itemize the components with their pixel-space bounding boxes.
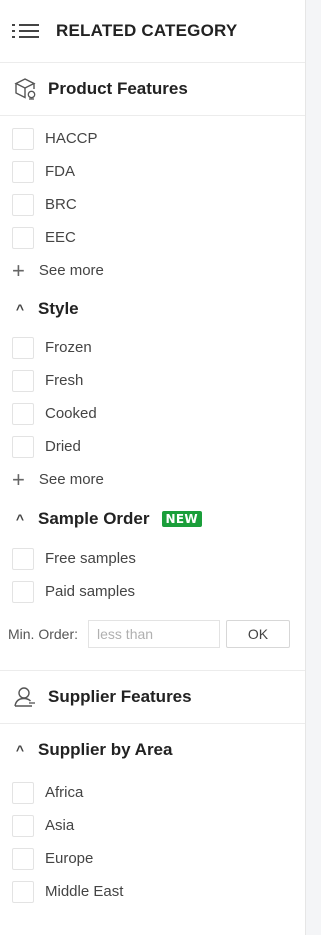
checkbox[interactable]	[12, 336, 34, 359]
checkbox[interactable]	[12, 369, 34, 392]
checkbox[interactable]	[12, 160, 34, 183]
sample-order-title: Sample Order	[38, 509, 150, 528]
checkbox[interactable]	[12, 435, 34, 458]
list-icon	[12, 22, 40, 40]
style-title: Style	[38, 299, 79, 318]
item-label: Cooked	[45, 405, 97, 422]
list-item[interactable]: Middle East	[0, 875, 305, 908]
supplier-features-header[interactable]: Supplier Features	[0, 671, 305, 723]
item-label: EEC	[45, 229, 76, 246]
sample-order-section: ^ Sample Order NEW Free samples Paid sam…	[0, 496, 305, 660]
checkbox[interactable]	[12, 814, 34, 837]
related-category-panel: RELATED CATEGORY Product Features HACCP …	[0, 0, 306, 935]
box-icon	[14, 78, 36, 100]
item-label: HACCP	[45, 130, 98, 147]
panel-title: RELATED CATEGORY	[56, 21, 238, 40]
supplier-features-section: Supplier Features	[0, 670, 305, 723]
see-more-label: See more	[38, 262, 104, 279]
style-section: ^ Style Frozen Fresh Cooked Dried + See …	[0, 287, 305, 496]
checkbox[interactable]	[12, 847, 34, 870]
min-order-label: Min. Order:	[8, 626, 79, 642]
min-order-row: Min. Order: OK	[0, 608, 305, 660]
list-item[interactable]: Europe	[0, 842, 305, 875]
item-label: Fresh	[45, 372, 84, 389]
see-more-label: See more	[38, 471, 104, 488]
item-label: FDA	[45, 163, 75, 180]
item-label: Middle East	[45, 883, 124, 900]
checkbox[interactable]	[12, 880, 34, 903]
checkbox[interactable]	[12, 193, 34, 216]
supplier-area-section: ^ Supplier by Area Africa Asia Europe Mi…	[0, 723, 305, 908]
product-features-title: Product Features	[48, 79, 188, 98]
list-item[interactable]: Fresh	[0, 364, 305, 397]
min-order-input[interactable]	[88, 620, 221, 648]
supplier-features-title: Supplier Features	[48, 687, 192, 706]
item-label: Africa	[45, 784, 84, 801]
list-item[interactable]: EEC	[0, 221, 305, 254]
caret-up-icon: ^	[15, 301, 25, 317]
ok-button[interactable]: OK	[226, 620, 291, 648]
item-label: Frozen	[45, 339, 92, 356]
related-category-header: RELATED CATEGORY	[0, 0, 305, 62]
checkbox[interactable]	[12, 402, 34, 425]
checkbox[interactable]	[12, 781, 34, 804]
list-item[interactable]: Africa	[0, 776, 305, 809]
supplier-area-title: Supplier by Area	[38, 740, 173, 759]
checkbox[interactable]	[12, 580, 34, 603]
see-more-link[interactable]: + See more	[0, 254, 305, 287]
page-background-strip	[306, 0, 321, 935]
supplier-area-header[interactable]: ^ Supplier by Area	[0, 724, 305, 776]
caret-up-icon: ^	[15, 511, 25, 527]
list-item[interactable]: HACCP	[0, 122, 305, 155]
checkbox[interactable]	[12, 547, 34, 570]
list-item[interactable]: Free samples	[0, 542, 305, 575]
product-features-header[interactable]: Product Features	[0, 63, 305, 115]
checkbox[interactable]	[12, 226, 34, 249]
user-icon	[14, 687, 35, 707]
item-label: BRC	[45, 196, 77, 213]
item-label: Asia	[45, 817, 75, 834]
item-label: Europe	[45, 850, 94, 867]
item-label: Free samples	[45, 550, 136, 567]
list-item[interactable]: Asia	[0, 809, 305, 842]
list-item[interactable]: Dried	[0, 430, 305, 463]
list-item[interactable]: BRC	[0, 188, 305, 221]
item-label: Paid samples	[45, 583, 136, 600]
see-more-link[interactable]: + See more	[0, 463, 305, 496]
new-badge: NEW	[161, 511, 202, 527]
caret-up-icon: ^	[15, 742, 25, 758]
list-item[interactable]: Frozen	[0, 331, 305, 364]
style-header[interactable]: ^ Style	[0, 287, 305, 331]
list-item[interactable]: FDA	[0, 155, 305, 188]
product-features-section: Product Features	[0, 62, 305, 115]
item-label: Dried	[45, 438, 81, 455]
plus-icon: +	[12, 466, 25, 492]
list-item[interactable]: Cooked	[0, 397, 305, 430]
product-features-list: HACCP FDA BRC EEC + See more	[0, 115, 305, 287]
list-item[interactable]: Paid samples	[0, 575, 305, 608]
sample-order-header[interactable]: ^ Sample Order NEW	[0, 496, 305, 542]
checkbox[interactable]	[12, 127, 34, 150]
plus-icon: +	[12, 257, 25, 283]
